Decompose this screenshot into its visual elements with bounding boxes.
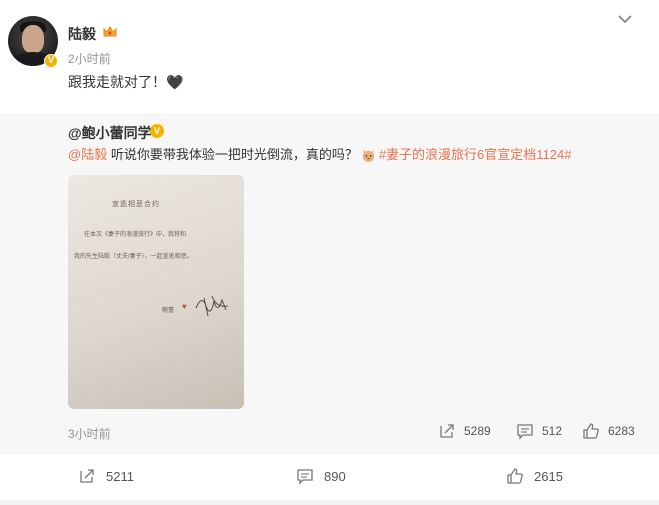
- crown-icon: [103, 26, 117, 37]
- hashtag-link[interactable]: #妻子的浪漫旅行6官宣定档1124#: [379, 147, 572, 162]
- author-name[interactable]: 陆毅: [68, 24, 96, 44]
- retweet-comment-count: 512: [542, 424, 563, 438]
- photo-text-line-2: 我的先生陆毅（丈夫/妻子），一起宣逃相恶。: [74, 254, 193, 260]
- comment-icon: [517, 424, 533, 440]
- like-icon: [507, 468, 523, 484]
- retweet-text: @陆毅 听说你要带我体验一把时光倒流，真的吗？ #妻子的浪漫旅行6官宣定档112…: [68, 144, 571, 163]
- avatar-face: [22, 25, 44, 53]
- retweet-photo[interactable]: 宣逃相恶合约 在本次《妻子的浪漫旅行》中，我将和 我的先生陆毅（丈夫/妻子），一…: [68, 175, 244, 409]
- verified-badge-icon: V: [150, 124, 164, 138]
- post-time[interactable]: 2小时前: [68, 50, 111, 67]
- feed-divider: [0, 500, 659, 505]
- like-button[interactable]: 2615: [506, 466, 563, 486]
- photo-text-line-1: 在本次《妻子的浪漫旅行》中，我将和: [84, 232, 187, 238]
- retweet-body: 听说你要带我体验一把时光倒流，真的吗？: [107, 147, 358, 162]
- heart-icon: ♥: [182, 302, 187, 311]
- comment-icon: [297, 469, 313, 485]
- photo-title: 宣逃相恶合约: [112, 201, 160, 208]
- retweet-repost-count: 5289: [464, 424, 491, 438]
- photo-signature-name: 鲍蕾: [162, 308, 175, 314]
- comment-count: 890: [324, 468, 346, 484]
- mention-link[interactable]: @陆毅: [68, 147, 107, 162]
- weibo-post-card: V 陆毅 2小时前 跟我走就对了！🖤 @鲍小蕾同学 V @陆毅 听说你要带我体验…: [0, 0, 659, 500]
- verified-badge-icon: V: [44, 54, 58, 68]
- retweet-author[interactable]: @鲍小蕾同学: [68, 123, 152, 143]
- repost-button[interactable]: 5211: [78, 466, 134, 486]
- comment-button[interactable]: 890: [296, 466, 346, 486]
- like-count: 2615: [534, 468, 563, 484]
- chevron-down-icon[interactable]: [617, 13, 633, 25]
- retweet-repost-button[interactable]: 5289: [438, 422, 491, 440]
- retweet-like-button[interactable]: 6283: [582, 422, 635, 440]
- retweet-box[interactable]: @鲍小蕾同学 V @陆毅 听说你要带我体验一把时光倒流，真的吗？ #妻子的浪漫旅…: [0, 113, 659, 455]
- like-icon: [583, 423, 599, 439]
- signature-scribble: [195, 295, 229, 317]
- retweet-comment-button[interactable]: 512: [516, 422, 562, 440]
- repost-icon: [80, 469, 94, 483]
- retweet-like-count: 6283: [608, 424, 635, 438]
- cat-emoji-icon: [362, 149, 374, 163]
- repost-icon: [440, 424, 454, 438]
- repost-count: 5211: [106, 468, 134, 484]
- retweet-time[interactable]: 3小时前: [68, 425, 111, 442]
- post-text: 跟我走就对了！🖤: [68, 74, 184, 90]
